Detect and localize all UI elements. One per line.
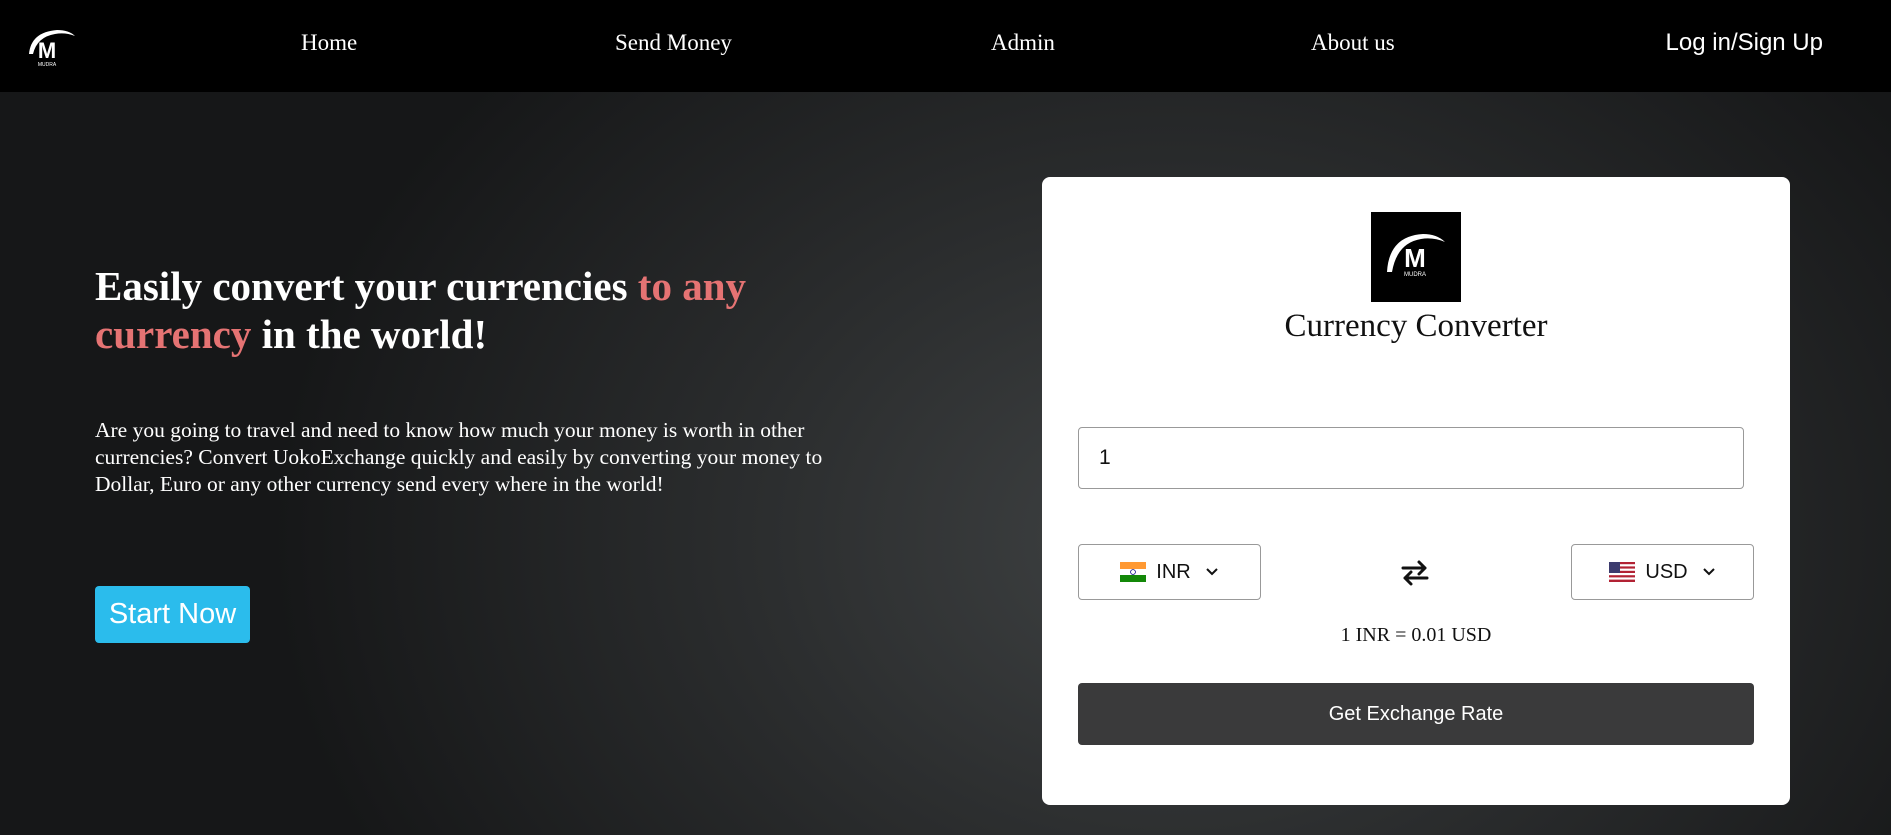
nav-link-send-money[interactable]: Send Money [615, 30, 732, 56]
chevron-down-icon [1702, 567, 1716, 577]
headline-text-end: in the world! [251, 311, 488, 357]
nav-link-home[interactable]: Home [301, 30, 357, 56]
logo-letter: M [38, 38, 56, 63]
converter-logo-letter: M [1404, 243, 1426, 273]
to-currency-select[interactable]: USD [1571, 544, 1754, 600]
currency-converter-card: M MUDRA Currency Converter INR [1042, 177, 1790, 805]
logo-text: MUDRA [38, 62, 57, 68]
nav-link-admin[interactable]: Admin [991, 30, 1055, 56]
from-currency-select[interactable]: INR [1078, 544, 1261, 600]
mudra-logo[interactable]: M MUDRA [25, 28, 77, 68]
from-currency-code: INR [1156, 560, 1191, 583]
get-exchange-rate-button[interactable]: Get Exchange Rate [1078, 683, 1754, 745]
start-now-button[interactable]: Start Now [95, 586, 250, 643]
headline-text-start: Easily convert your currencies [95, 263, 638, 309]
hero-headline: Easily convert your currencies to any cu… [95, 262, 815, 358]
nav-link-about-us[interactable]: About us [1311, 30, 1395, 56]
to-currency-code: USD [1645, 560, 1688, 583]
chevron-down-icon [1205, 567, 1219, 577]
login-signup-link[interactable]: Log in/Sign Up [1666, 29, 1823, 57]
converter-title: Currency Converter [1284, 308, 1548, 344]
amount-input[interactable] [1078, 427, 1744, 489]
converter-logo: M MUDRA [1371, 212, 1461, 302]
india-flag-icon [1120, 562, 1147, 582]
top-navbar: M MUDRA Home Send Money Admin About us L… [0, 0, 1891, 92]
swap-arrows-icon[interactable] [1399, 557, 1431, 589]
exchange-rate-text: 1 INR = 0.01 USD [1340, 624, 1492, 646]
converter-logo-text: MUDRA [1404, 272, 1426, 278]
hero-description: Are you going to travel and need to know… [95, 418, 823, 496]
us-flag-icon [1609, 562, 1636, 582]
